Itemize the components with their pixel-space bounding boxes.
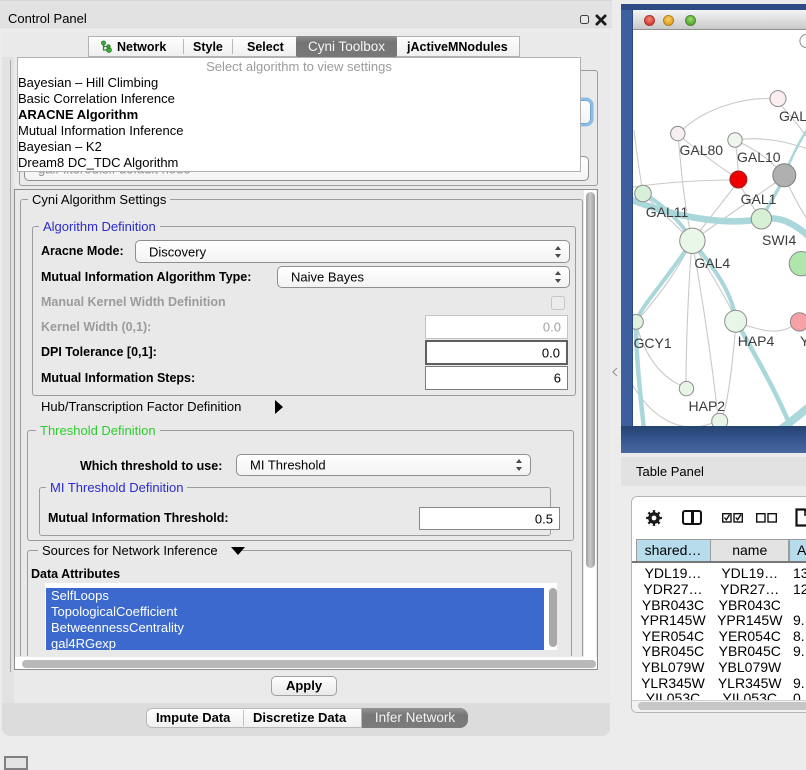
svg-text:HAP2: HAP2 <box>689 398 726 414</box>
svg-text:HAP4: HAP4 <box>738 333 775 349</box>
svg-text:GAL1: GAL1 <box>741 191 777 207</box>
svg-text:GAL4: GAL4 <box>694 255 730 271</box>
svg-text:GCY1: GCY1 <box>634 335 672 351</box>
svg-text:SWI4: SWI4 <box>762 232 796 248</box>
svg-text:GAL: GAL <box>779 108 806 124</box>
svg-text:GAL11: GAL11 <box>646 204 689 220</box>
svg-text:GAL80: GAL80 <box>680 142 724 158</box>
svg-text:Y: Y <box>800 333 806 349</box>
svg-text:GAL10: GAL10 <box>737 149 781 165</box>
